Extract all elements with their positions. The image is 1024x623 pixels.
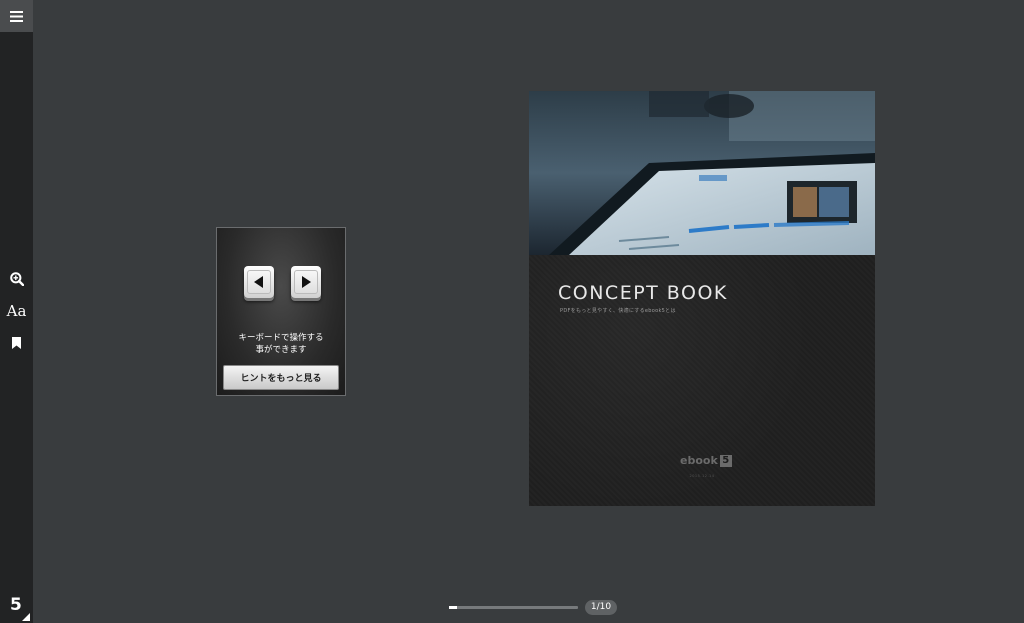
cover-logo-number: 5	[719, 455, 732, 467]
zoom-button[interactable]	[0, 267, 33, 291]
hint-line-2: 事ができます	[255, 345, 307, 355]
bookmark-button[interactable]	[0, 331, 33, 355]
arrow-left-icon	[254, 276, 263, 288]
brand-logo: 5	[10, 597, 32, 621]
hint-line-1: キーボードで操作する	[238, 333, 324, 343]
brand-number: 5	[10, 595, 22, 615]
tablet-photo-illustration	[529, 91, 875, 255]
hamburger-menu-icon	[10, 10, 23, 22]
book-title: CONCEPT BOOK	[558, 282, 728, 304]
progress-fill	[449, 606, 457, 609]
font-size-button[interactable]: Aa	[0, 299, 33, 323]
bookmark-icon	[12, 337, 21, 349]
left-arrow-key[interactable]	[244, 266, 274, 298]
page-progress-slider[interactable]	[449, 606, 578, 609]
cover-logo-text: ebook	[680, 454, 718, 467]
cover-photo	[529, 91, 875, 255]
page-counter: 1/10	[585, 600, 617, 615]
book-subtitle: PDFをもっと見やすく、快適にするebook5とは	[560, 308, 676, 314]
corner-triangle-icon	[22, 613, 30, 621]
zoom-in-icon	[9, 272, 24, 286]
arrow-right-icon	[302, 276, 311, 288]
font-size-icon: Aa	[6, 301, 27, 320]
cover-tagline: 2015.12.14	[689, 474, 715, 478]
hint-text: キーボードで操作する 事ができます	[217, 332, 345, 356]
keyboard-hint-popup: キーボードで操作する 事ができます ヒントをもっと見る	[216, 227, 346, 396]
book-page[interactable]: CONCEPT BOOK PDFをもっと見やすく、快適にするebook5とは e…	[529, 91, 875, 506]
sidebar: Aa 5	[0, 0, 33, 623]
more-hints-button[interactable]: ヒントをもっと見る	[223, 365, 339, 390]
cover-logo: ebook 5	[680, 454, 732, 468]
right-arrow-key[interactable]	[291, 266, 321, 298]
menu-button[interactable]	[0, 0, 33, 32]
